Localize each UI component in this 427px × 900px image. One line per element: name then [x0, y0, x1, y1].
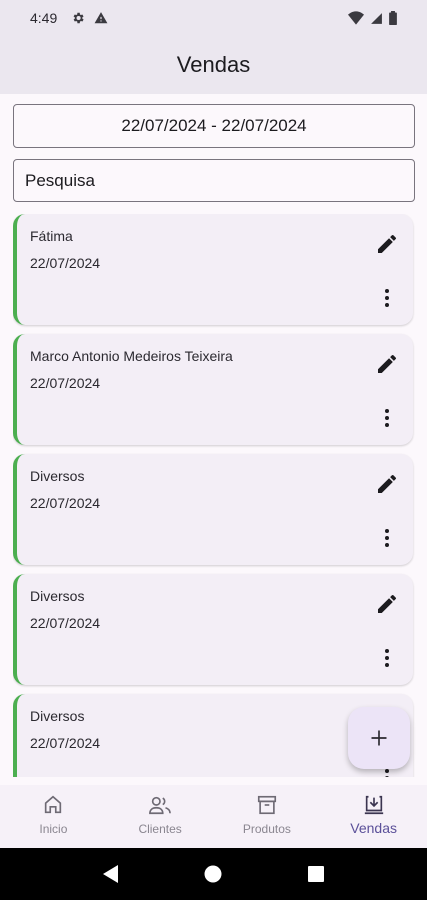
bottom-navigation: Inicio Clientes Produtos Vendas	[0, 785, 427, 848]
system-navigation-bar	[0, 848, 427, 900]
nav-label: Inicio	[39, 822, 68, 836]
wifi-icon	[348, 11, 364, 25]
more-vert-icon[interactable]	[375, 286, 399, 310]
gear-icon	[73, 12, 84, 24]
sale-date: 22/07/2024	[30, 495, 101, 511]
sale-date: 22/07/2024	[30, 375, 101, 391]
sale-date: 22/07/2024	[30, 615, 101, 631]
status-time: 4:49	[30, 10, 58, 26]
edit-icon[interactable]	[375, 232, 399, 256]
sale-customer-name: Diversos	[30, 708, 85, 724]
sale-customer-name: Fátima	[30, 228, 73, 244]
more-vert-icon[interactable]	[375, 406, 399, 430]
edit-icon[interactable]	[375, 472, 399, 496]
more-vert-icon[interactable]	[375, 646, 399, 670]
nav-item-produtos[interactable]: Produtos	[214, 785, 321, 848]
sale-date: 22/07/2024	[30, 255, 101, 271]
nav-item-vendas[interactable]: Vendas	[320, 785, 427, 848]
signal-icon	[371, 12, 382, 24]
more-vert-icon[interactable]	[375, 526, 399, 550]
sale-customer-name: Marco Antonio Medeiros Teixeira	[30, 348, 233, 364]
sale-customer-name: Diversos	[30, 588, 85, 604]
warning-icon	[94, 12, 108, 24]
plus-icon	[371, 730, 387, 746]
sale-card[interactable]: Fátima 22/07/2024	[13, 214, 413, 325]
sale-card[interactable]: Marco Antonio Medeiros Teixeira 22/07/20…	[13, 334, 413, 445]
nav-item-clientes[interactable]: Clientes	[107, 785, 214, 848]
home-button-icon[interactable]	[204, 865, 222, 883]
sale-card[interactable]: Diversos 22/07/2024	[13, 574, 413, 685]
search-input[interactable]	[14, 160, 414, 201]
sale-card[interactable]: Diversos 22/07/2024	[13, 454, 413, 565]
edit-icon[interactable]	[375, 352, 399, 376]
nav-label: Vendas	[350, 820, 397, 836]
sales-list[interactable]: Fátima 22/07/2024 Marco Antonio Medeiros…	[13, 214, 415, 777]
sale-date: 22/07/2024	[30, 735, 101, 751]
date-range-filter[interactable]: 22/07/2024 - 22/07/2024	[13, 104, 415, 148]
add-sale-button[interactable]	[348, 707, 410, 769]
nav-label: Produtos	[242, 822, 291, 836]
recents-icon[interactable]	[308, 866, 325, 882]
battery-icon	[389, 11, 397, 25]
search-field[interactable]	[13, 159, 415, 202]
nav-item-inicio[interactable]: Inicio	[0, 785, 107, 848]
people-icon	[149, 796, 172, 815]
app-bar: Vendas	[0, 36, 427, 94]
download-icon	[364, 795, 383, 815]
nav-label: Clientes	[138, 822, 182, 836]
status-bar: 4:49	[0, 0, 427, 36]
home-icon	[45, 795, 62, 814]
page-title: Vendas	[176, 52, 251, 77]
archive-icon	[257, 795, 276, 815]
edit-icon[interactable]	[375, 592, 399, 616]
back-icon[interactable]	[102, 865, 119, 883]
sale-customer-name: Diversos	[30, 468, 85, 484]
